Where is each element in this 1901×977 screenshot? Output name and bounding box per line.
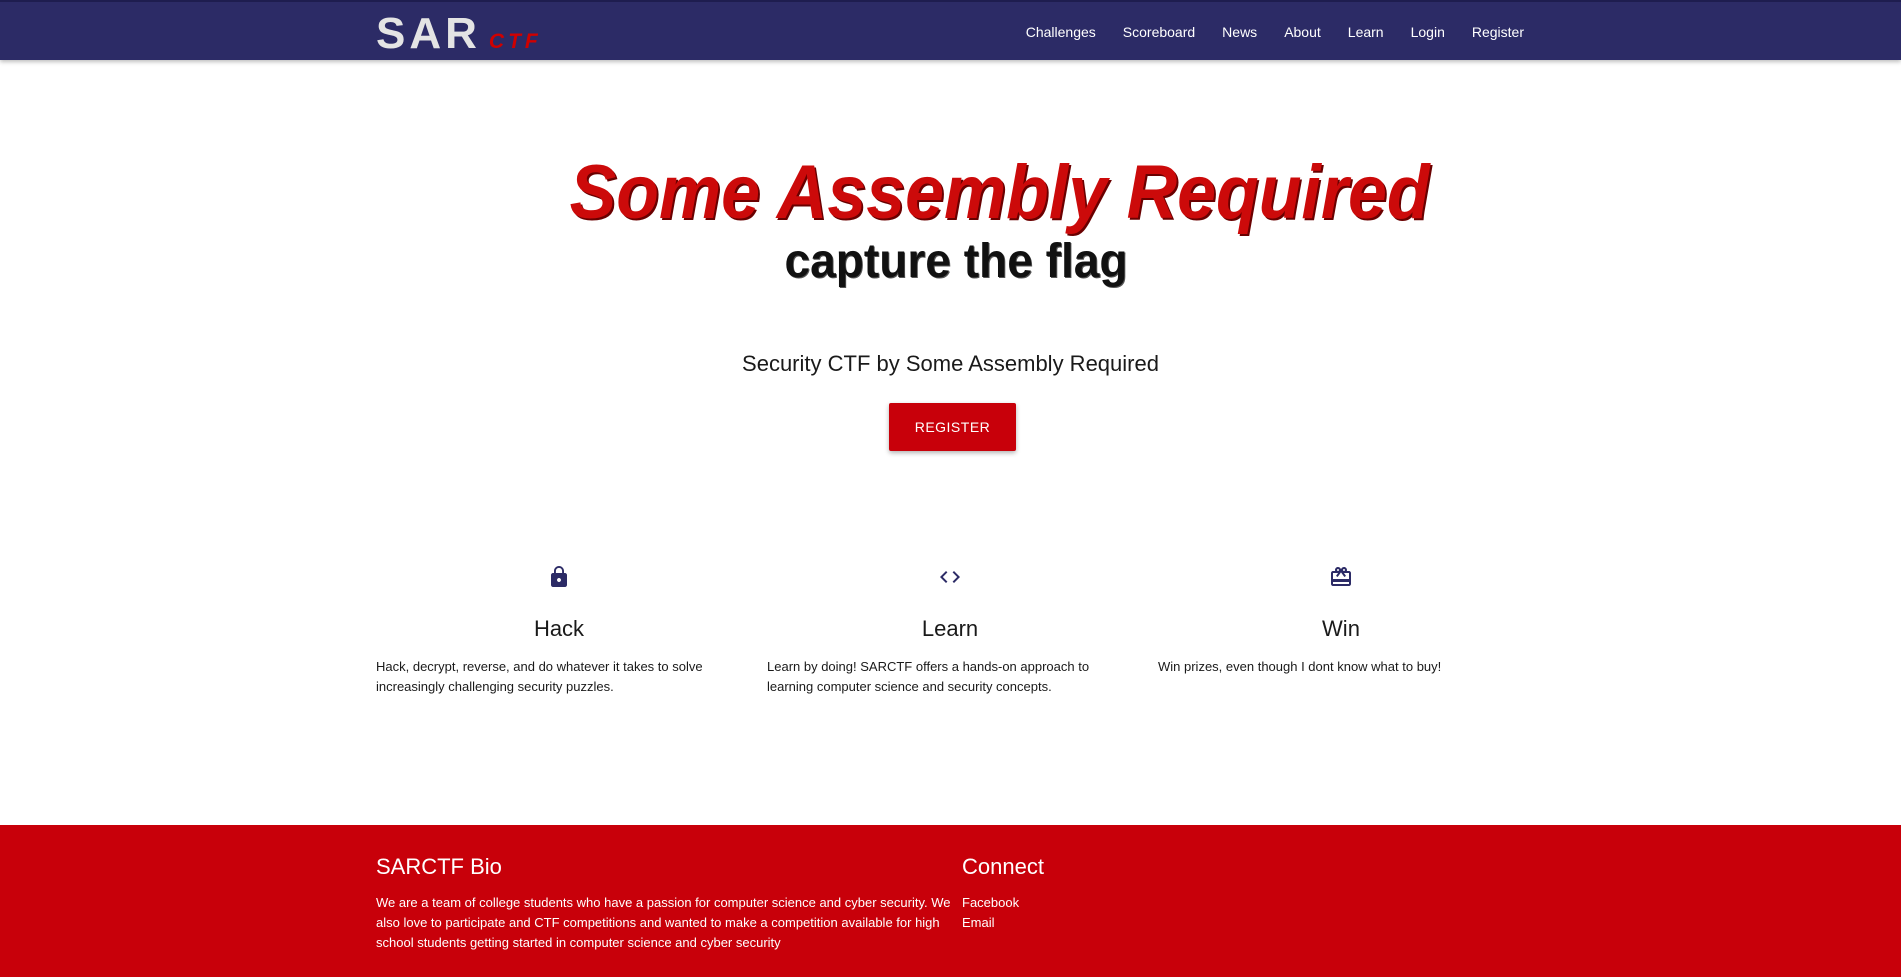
feature-text: Win prizes, even though I dont know what… <box>1158 659 1442 674</box>
feature-hack: Hack Hack, decrypt, reverse, and do what… <box>376 565 742 697</box>
footer-connect-links: Facebook Email <box>962 893 1044 933</box>
top-navbar: SAR CTF Challenges Scoreboard News About… <box>0 0 1901 60</box>
nav-link-scoreboard[interactable]: Scoreboard <box>1123 22 1195 42</box>
footer-connect-heading: Connect <box>962 854 1044 879</box>
footer-bio-text: We are a team of college students who ha… <box>376 895 951 950</box>
lock-icon <box>551 566 567 587</box>
brand-logo-link[interactable]: SAR CTF <box>376 8 542 56</box>
footer-bio: SARCTF Bio We are a team of college stud… <box>376 853 951 953</box>
page-footer: SARCTF Bio We are a team of college stud… <box>0 825 1901 977</box>
footer-bio-heading: SARCTF Bio <box>376 854 502 879</box>
nav-link-challenges[interactable]: Challenges <box>1026 22 1096 42</box>
feature-text: Hack, decrypt, reverse, and do whatever … <box>376 659 703 694</box>
nav-link-about[interactable]: About <box>1284 22 1321 42</box>
code-icon <box>940 571 960 583</box>
hero-logo: Some Assembly Required capture the flag <box>536 150 1430 290</box>
brand-logo-ctf: CTF <box>488 30 542 53</box>
hero-logo-subtitle: capture the flag <box>784 235 1128 288</box>
brand-logo-sar: SAR <box>376 9 481 58</box>
nav-links: Challenges Scoreboard News About Learn L… <box>999 2 1524 62</box>
register-button[interactable]: REGISTER <box>889 403 1016 451</box>
feature-text: Learn by doing! SARCTF offers a hands-on… <box>767 659 1090 694</box>
footer-connect: Connect Facebook Email <box>962 853 1044 933</box>
nav-link-register[interactable]: Register <box>1472 22 1524 42</box>
hero-logo-title: Some Assembly Required <box>569 150 1430 235</box>
hero-tagline: Security CTF by Some Assembly Required <box>742 351 1159 376</box>
footer-link-facebook[interactable]: Facebook <box>962 893 1044 913</box>
feature-title: Win <box>1322 616 1360 641</box>
nav-link-login[interactable]: Login <box>1411 22 1445 42</box>
nav-link-news[interactable]: News <box>1222 22 1257 42</box>
footer-link-email[interactable]: Email <box>962 913 1044 933</box>
nav-link-learn[interactable]: Learn <box>1348 22 1384 42</box>
feature-win: Win Win prizes, even though I dont know … <box>1158 565 1524 677</box>
card-giftcard-icon <box>1331 567 1351 586</box>
feature-title: Hack <box>533 616 585 641</box>
feature-title: Learn <box>921 616 979 641</box>
feature-learn: Learn Learn by doing! SARCTF offers a ha… <box>767 565 1133 697</box>
